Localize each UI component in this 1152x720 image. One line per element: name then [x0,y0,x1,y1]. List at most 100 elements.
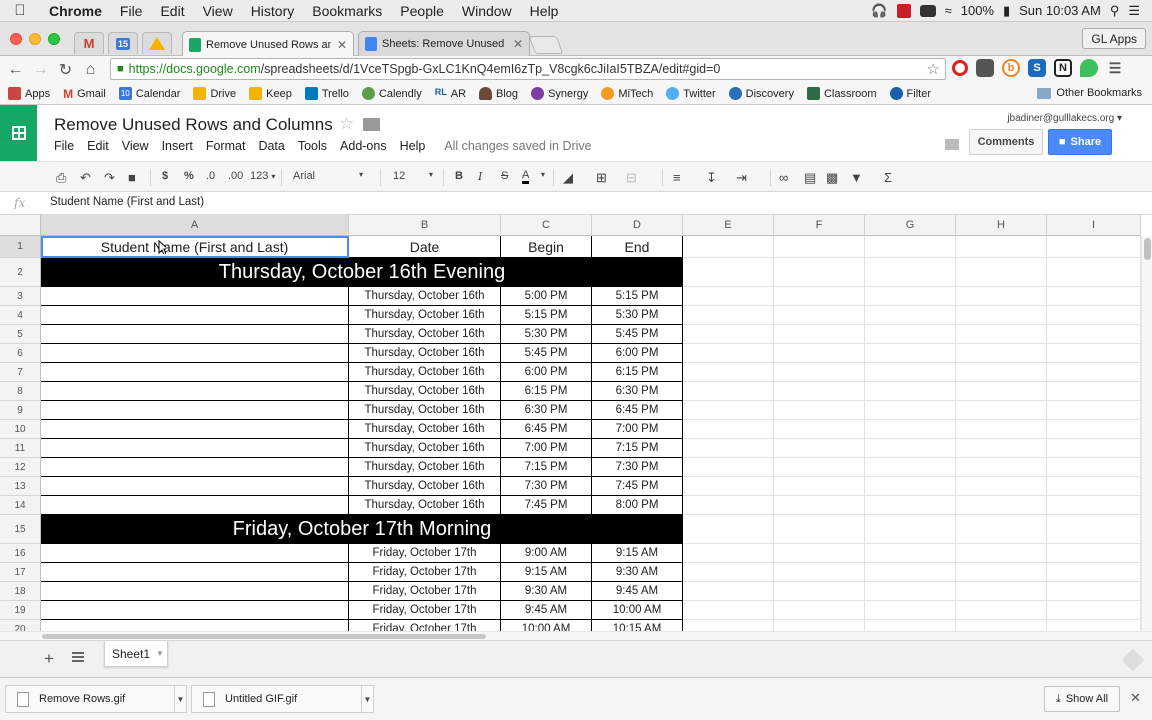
close-window-button[interactable] [10,33,22,45]
cell-h13[interactable] [956,477,1047,496]
close-tab-icon[interactable]: ✕ [337,38,347,52]
forward-arrow-icon[interactable]: → [28,61,53,79]
cell-h18[interactable] [956,582,1047,601]
scroll-thumb[interactable] [1144,238,1151,260]
address-bar[interactable]: ■ https://docs.google.com/spreadsheets/d… [110,58,946,80]
chevron-down-icon[interactable]: ▼ [156,649,164,658]
cell-d19[interactable]: 10:00 AM [592,601,683,620]
cell-f5[interactable] [774,325,865,344]
cell-f16[interactable] [774,544,865,563]
bookmark-star-icon[interactable]: ☆ [927,60,940,78]
cell-c7[interactable]: 6:00 PM [501,363,592,382]
bookmark-calendly[interactable]: Calendly [361,87,422,100]
insert-link-icon[interactable]: ∞ [779,170,788,185]
menu-addons[interactable]: Add-ons [340,139,387,153]
pinned-tab-calendar[interactable]: 15 [108,32,138,54]
star-icon[interactable]: ☆ [339,114,354,134]
bookmark-filter[interactable]: Filter [889,87,931,100]
row-header[interactable]: 16 [0,544,41,563]
cell-d11[interactable]: 7:15 PM [592,439,683,458]
text-wrapping-icon[interactable]: ⇥ [736,170,747,186]
all-sheets-list-icon[interactable] [72,652,84,662]
cell-g17[interactable] [865,563,956,582]
cell-c12[interactable]: 7:15 PM [501,458,592,477]
cell-h4[interactable] [956,306,1047,325]
spotlight-search-icon[interactable]: ⚲ [1110,3,1120,19]
cell-b10[interactable]: Thursday, October 16th [349,420,501,439]
cell-g13[interactable] [865,477,956,496]
cell-f7[interactable] [774,363,865,382]
column-header-b[interactable]: B [349,215,501,236]
cell-g1[interactable] [865,236,956,258]
menu-file[interactable]: File [111,3,152,19]
row-header[interactable]: 2 [0,258,41,287]
cell-c3[interactable]: 5:00 PM [501,287,592,306]
cell-g4[interactable] [865,306,956,325]
cell-b14[interactable]: Thursday, October 16th [349,496,501,515]
cell-h6[interactable] [956,344,1047,363]
menu-bookmarks[interactable]: Bookmarks [303,3,391,19]
row-header[interactable]: 4 [0,306,41,325]
apple-icon[interactable]:  [0,2,40,19]
bookmark-discovery[interactable]: Discovery [728,87,794,100]
wifi-icon[interactable]: ≈ [945,3,952,18]
text-color-button[interactable]: A [522,170,530,184]
cell-c8[interactable]: 6:15 PM [501,382,592,401]
cell-h12[interactable] [956,458,1047,477]
cell-a14[interactable] [41,496,349,515]
cell-g11[interactable] [865,439,956,458]
other-bookmarks[interactable]: Other Bookmarks [1037,87,1142,99]
show-all-downloads-button[interactable]: ⤓ Show All [1044,686,1120,712]
cell-e2[interactable] [683,258,774,287]
cell-d10[interactable]: 7:00 PM [592,420,683,439]
menu-format[interactable]: Format [206,139,246,153]
cell-d9[interactable]: 6:45 PM [592,401,683,420]
cell-a16[interactable] [41,544,349,563]
cell-c4[interactable]: 5:15 PM [501,306,592,325]
cell-a6[interactable] [41,344,349,363]
cell-b8[interactable]: Thursday, October 16th [349,382,501,401]
cell-h14[interactable] [956,496,1047,515]
scroll-thumb[interactable] [42,634,486,639]
cell-e10[interactable] [683,420,774,439]
row-header[interactable]: 17 [0,563,41,582]
column-header-h[interactable]: H [956,215,1047,236]
cell-e13[interactable] [683,477,774,496]
bookmark-gmail[interactable]: M Gmail [63,87,106,101]
cell-d17[interactable]: 9:30 AM [592,563,683,582]
cell-h9[interactable] [956,401,1047,420]
cell-e4[interactable] [683,306,774,325]
cell-f8[interactable] [774,382,865,401]
vertical-scrollbar[interactable] [1141,236,1152,631]
cell-g16[interactable] [865,544,956,563]
cell-f6[interactable] [774,344,865,363]
row-header[interactable]: 12 [0,458,41,477]
font-size-select[interactable]: 12 ▾ [393,170,435,182]
chrome-menu-icon[interactable]: ☰ [1106,59,1124,77]
cell-d13[interactable]: 7:45 PM [592,477,683,496]
fill-color-icon[interactable]: ◢ [563,170,573,186]
cell-i18[interactable] [1047,582,1141,601]
cell-a19[interactable] [41,601,349,620]
tab-sheets-remove-unused[interactable]: Sheets: Remove Unused R ✕ [358,31,530,56]
cell-d12[interactable]: 7:30 PM [592,458,683,477]
cell-g14[interactable] [865,496,956,515]
row-header[interactable]: 15 [0,515,41,544]
bookmark-trello[interactable]: Trello [304,87,349,100]
cell-f13[interactable] [774,477,865,496]
merge-cells-icon[interactable]: ⊟ [626,170,637,186]
cell-c13[interactable]: 7:30 PM [501,477,592,496]
menu-chrome[interactable]: Chrome [40,3,111,19]
row-header[interactable]: 7 [0,363,41,382]
print-icon[interactable]: ⎙ [56,170,66,186]
cell-i13[interactable] [1047,477,1141,496]
bookmark-calendar[interactable]: 10 Calendar [118,87,180,100]
cell-g6[interactable] [865,344,956,363]
n-extension-icon[interactable]: N [1054,59,1072,77]
cell-h16[interactable] [956,544,1047,563]
section-band-friday[interactable]: Friday, October 17th Morning [41,515,683,544]
cell-e8[interactable] [683,382,774,401]
menu-history[interactable]: History [242,3,304,19]
download-item[interactable]: Untitled GIF.gif ▼ [191,685,374,713]
cell-g18[interactable] [865,582,956,601]
